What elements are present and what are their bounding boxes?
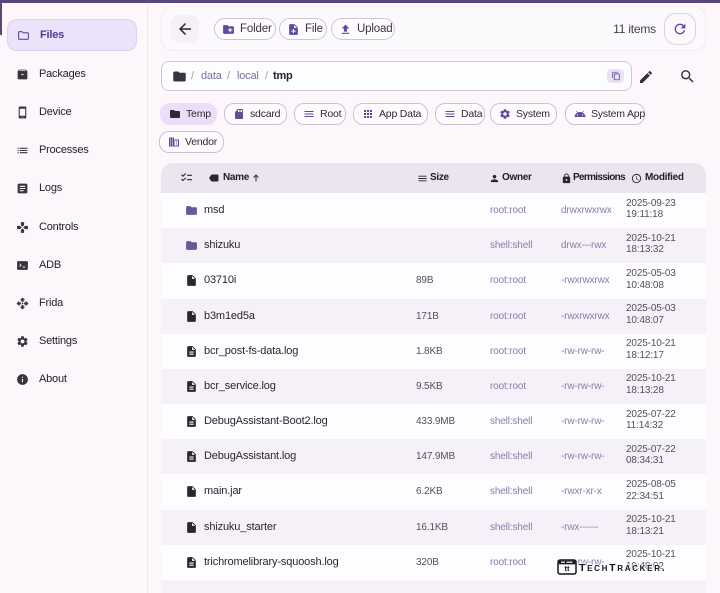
svg-text:tt: tt (565, 564, 570, 573)
